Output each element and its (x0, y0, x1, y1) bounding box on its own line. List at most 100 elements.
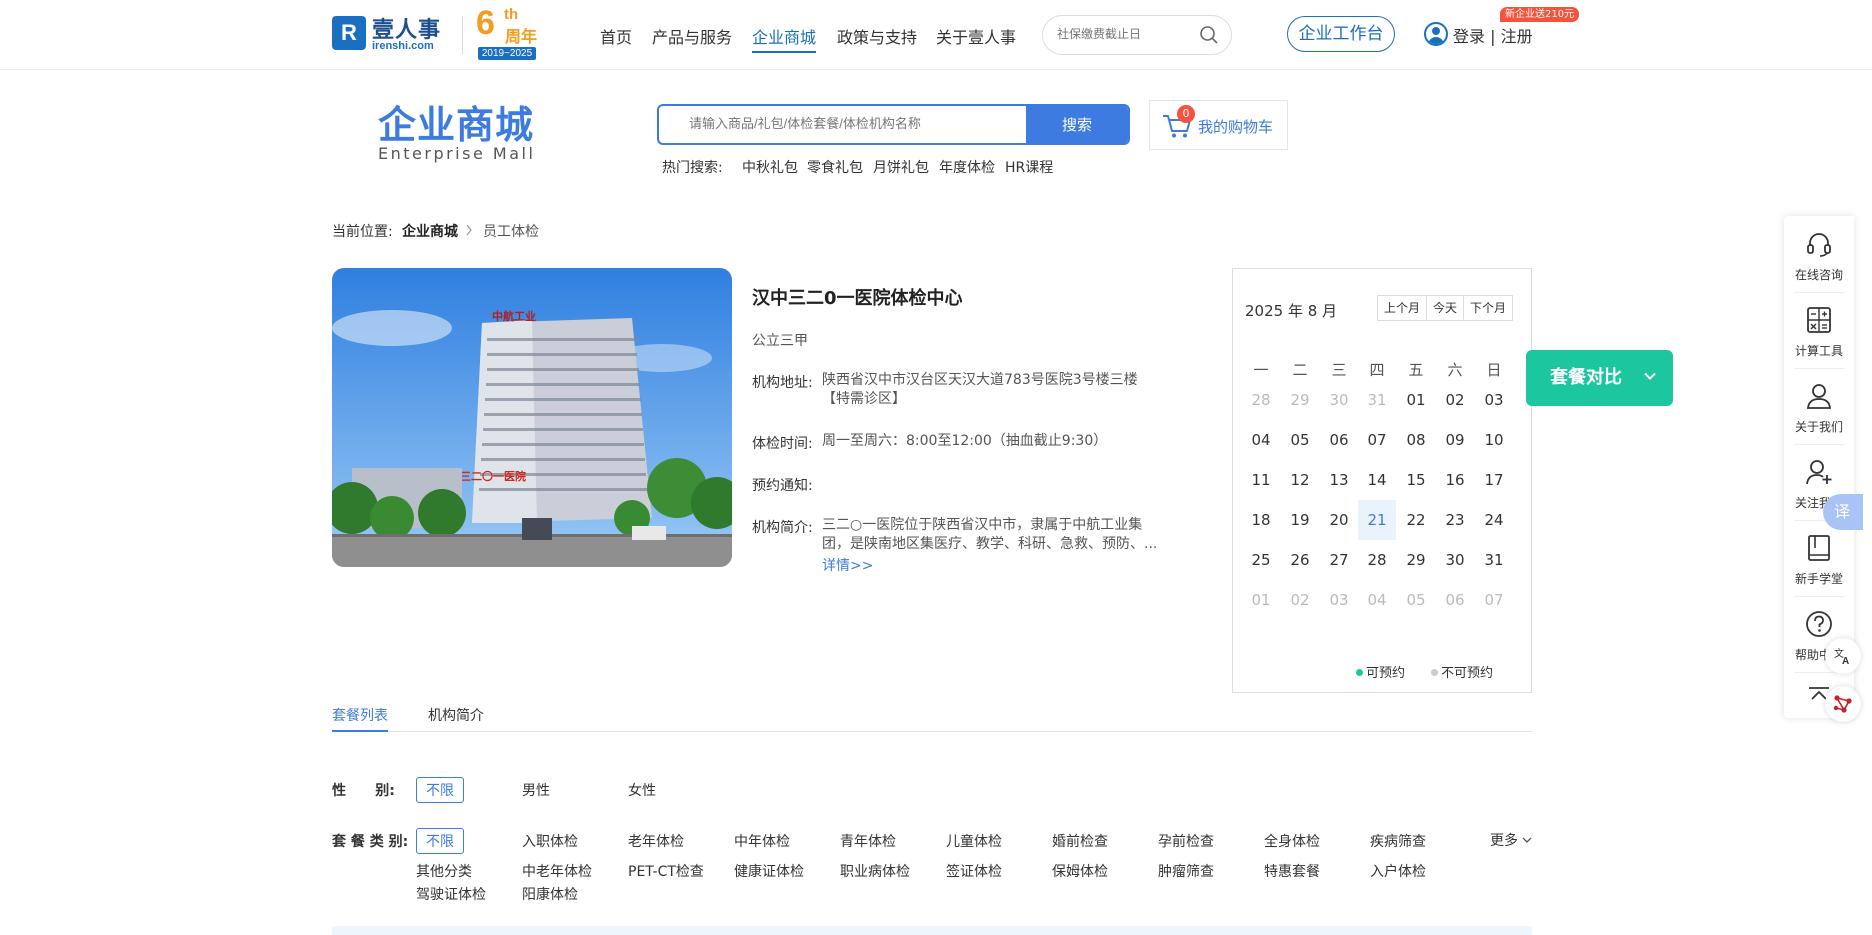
calendar-day[interactable]: 14 (1358, 460, 1396, 500)
category-option[interactable]: 入户体检 (1370, 861, 1426, 881)
calendar-day[interactable]: 05 (1281, 420, 1319, 460)
category-option[interactable]: 全身体检 (1264, 831, 1320, 851)
gender-option-male[interactable]: 男性 (522, 780, 550, 800)
booking-calendar: 2025 年 8 月 上个月 今天 下个月 一二三四五六日 28 29 30 31 01 0… (1232, 268, 1532, 693)
nav-item-mall[interactable]: 企业商城 (752, 24, 817, 53)
calendar-day[interactable]: 26 (1281, 540, 1319, 580)
category-option-any[interactable]: 不限 (416, 828, 464, 854)
calendar-day[interactable]: 22 (1397, 500, 1435, 540)
hot-search-item[interactable]: 中秋礼包 (742, 157, 798, 177)
category-option[interactable]: 特惠套餐 (1264, 861, 1320, 881)
anniversary-number: 6 (476, 4, 495, 42)
calendar-day[interactable]: 08 (1397, 420, 1435, 460)
calendar-weekday: 四 (1369, 361, 1385, 379)
calendar-day[interactable]: 01 (1397, 380, 1435, 420)
calendar-day[interactable]: 12 (1281, 460, 1319, 500)
calendar-weekday: 三 (1331, 361, 1347, 379)
intro-detail-link[interactable]: 详情>> (822, 555, 873, 575)
calendar-day[interactable]: 23 (1436, 500, 1474, 540)
category-option[interactable]: 中年体检 (734, 831, 790, 851)
category-option[interactable]: 中老年体检 (522, 861, 592, 881)
calendar-day[interactable]: 15 (1397, 460, 1435, 500)
translate-button[interactable]: 译 (1823, 494, 1863, 530)
calendar-day[interactable]: 28 (1358, 540, 1396, 580)
calendar-next-month-button[interactable]: 下个月 (1463, 296, 1512, 320)
calendar-prev-month-button[interactable]: 上个月 (1378, 296, 1426, 320)
nav-item-about[interactable]: 关于壹人事 (936, 24, 1016, 48)
category-option[interactable]: 老年体检 (628, 831, 684, 851)
calendar-day[interactable]: 06 (1320, 420, 1358, 460)
hot-search-item[interactable]: 年度体检 (939, 157, 995, 177)
calendar-day[interactable]: 18 (1242, 500, 1280, 540)
search-icon[interactable] (1199, 25, 1219, 45)
sidebar-item-beginner-class[interactable]: 新手学堂 (1784, 520, 1854, 596)
category-option[interactable]: 驾驶证体检 (416, 884, 486, 904)
category-option[interactable]: 疾病筛查 (1370, 831, 1426, 851)
nav-item-home[interactable]: 首页 (600, 24, 632, 48)
calendar-today-button[interactable]: 今天 (1426, 296, 1463, 320)
top-search-input[interactable] (1057, 27, 1197, 41)
hot-search-item[interactable]: 零食礼包 (807, 157, 863, 177)
calendar-day[interactable]: 20 (1320, 500, 1358, 540)
category-option[interactable]: 阳康体检 (522, 884, 578, 904)
calendar-day[interactable]: 16 (1436, 460, 1474, 500)
sidebar-item-about-us[interactable]: 关于我们 (1784, 368, 1854, 444)
calendar-day[interactable]: 30 (1436, 540, 1474, 580)
tab-institution-intro[interactable]: 机构简介 (428, 705, 484, 725)
enterprise-workbench-button[interactable]: 企业工作台 (1287, 16, 1395, 52)
calendar-day[interactable]: 27 (1320, 540, 1358, 580)
more-categories-button[interactable]: 更多 (1490, 830, 1532, 850)
nav-item-policy[interactable]: 政策与支持 (837, 24, 917, 48)
sidebar-item-calculator[interactable]: 计算工具 (1784, 292, 1854, 368)
breadcrumb-mall-link[interactable]: 企业商城 (402, 221, 458, 241)
category-option[interactable]: 签证体检 (946, 861, 1002, 881)
package-compare-button[interactable]: 套餐对比 (1526, 350, 1673, 406)
calendar-day-today[interactable]: 21 (1358, 500, 1396, 540)
category-option[interactable]: 健康证体检 (734, 861, 804, 881)
notice-label: 预约通知: (752, 478, 813, 494)
calendar-day[interactable]: 13 (1320, 460, 1358, 500)
category-option[interactable]: 入职体检 (522, 831, 578, 851)
gender-option-any[interactable]: 不限 (416, 777, 464, 803)
category-option[interactable]: PET-CT检查 (628, 861, 704, 881)
login-register-link[interactable]: 登录 | 注册 (1453, 23, 1533, 47)
category-option[interactable]: 孕前检查 (1158, 831, 1214, 851)
mall-title: 企业商城 (378, 103, 535, 147)
shopping-cart-button[interactable]: 0 我的购物车 (1149, 100, 1288, 150)
hot-search-item[interactable]: 月饼礼包 (873, 157, 929, 177)
calendar-day[interactable]: 07 (1358, 420, 1396, 460)
user-avatar-icon[interactable] (1424, 22, 1448, 46)
tab-package-list[interactable]: 套餐列表 (332, 705, 388, 725)
sidebar-item-online-consult[interactable]: 在线咨询 (1784, 216, 1854, 292)
calendar-day[interactable]: 04 (1242, 420, 1280, 460)
calendar-day[interactable]: 25 (1242, 540, 1280, 580)
calendar-day[interactable]: 02 (1436, 380, 1474, 420)
calendar-day[interactable]: 10 (1475, 420, 1513, 460)
category-option[interactable]: 保姆体检 (1052, 861, 1108, 881)
calendar-day[interactable]: 19 (1281, 500, 1319, 540)
ai-assistant-button[interactable] (1825, 686, 1861, 722)
category-option[interactable]: 职业病体检 (840, 861, 910, 881)
category-option[interactable]: 其他分类 (416, 861, 472, 881)
category-option[interactable]: 青年体检 (840, 831, 896, 851)
hot-search-item[interactable]: HR课程 (1005, 157, 1053, 177)
calendar-day[interactable]: 31 (1475, 540, 1513, 580)
translate-tool-button[interactable]: 文 A (1825, 638, 1861, 674)
calendar-day[interactable]: 03 (1475, 380, 1513, 420)
calendar-day[interactable]: 11 (1242, 460, 1280, 500)
category-option[interactable]: 儿童体检 (946, 831, 1002, 851)
hospital-name: 汉中三二0一医院体检中心 (752, 288, 963, 309)
help-icon (1806, 611, 1832, 637)
gender-option-female[interactable]: 女性 (628, 780, 656, 800)
category-option[interactable]: 肿瘤筛查 (1158, 861, 1214, 881)
mall-search-button[interactable]: 搜索 (1026, 106, 1128, 143)
brand-logo-icon[interactable]: R (332, 16, 366, 50)
mall-search-input[interactable] (689, 116, 1029, 131)
calendar-day[interactable]: 17 (1475, 460, 1513, 500)
calendar-day: 06 (1445, 591, 1465, 609)
calendar-day[interactable]: 09 (1436, 420, 1474, 460)
calendar-day[interactable]: 24 (1475, 500, 1513, 540)
calendar-day[interactable]: 29 (1397, 540, 1435, 580)
category-option[interactable]: 婚前检查 (1052, 831, 1108, 851)
nav-item-products[interactable]: 产品与服务 (652, 24, 732, 48)
